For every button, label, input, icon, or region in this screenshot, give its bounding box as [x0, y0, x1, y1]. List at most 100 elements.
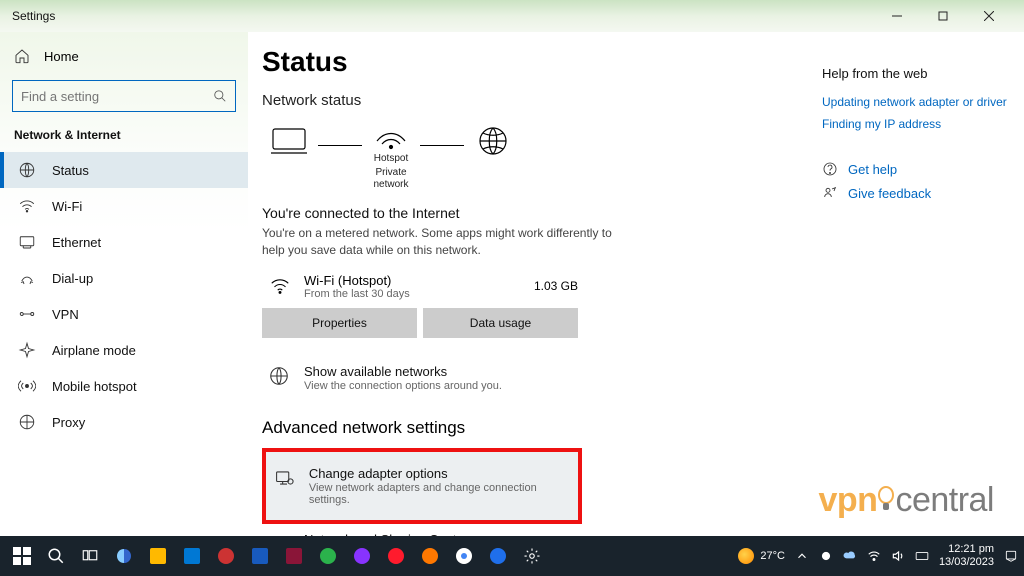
get-help-link[interactable]: Get help: [822, 161, 1014, 177]
taskbar-app[interactable]: [108, 540, 140, 572]
sidebar-item-proxy[interactable]: Proxy: [0, 404, 248, 440]
close-button[interactable]: [966, 0, 1012, 32]
search-taskbar-button[interactable]: [40, 540, 72, 572]
sun-icon: [738, 548, 754, 564]
show-available-networks[interactable]: Show available networks View the connect…: [262, 356, 790, 400]
sidebar-nav: Status Wi-Fi Ethernet Dial-up VPN Airpla…: [0, 152, 248, 440]
feedback-label: Give feedback: [848, 186, 931, 201]
give-feedback-link[interactable]: Give feedback: [822, 185, 1014, 201]
advanced-settings-header: Advanced network settings: [262, 418, 790, 438]
page-title: Status: [262, 46, 790, 78]
airplane-icon: [18, 341, 36, 359]
globe-icon: [268, 365, 290, 387]
task-view-button[interactable]: [74, 540, 106, 572]
sidebar-section-header: Network & Internet: [0, 122, 248, 152]
maximize-button[interactable]: [920, 0, 966, 32]
wifi-icon: [371, 119, 411, 151]
time: 12:21 pm: [939, 543, 994, 556]
sidebar-item-airplane[interactable]: Airplane mode: [0, 332, 248, 368]
taskbar-app[interactable]: [380, 540, 412, 572]
section-network-status: Network status: [262, 92, 790, 109]
wifi-tray-icon[interactable]: [867, 549, 881, 563]
language-tray-icon[interactable]: [915, 549, 929, 563]
status-icon: [18, 161, 36, 179]
connection-sub: From the last 30 days: [304, 288, 410, 300]
option-desc: View the connection options around you.: [304, 380, 502, 392]
system-tray[interactable]: 27°C 12:21 pm 13/03/2023: [738, 543, 1018, 568]
home-icon: [14, 48, 30, 64]
window-title: Settings: [12, 9, 55, 23]
network-sharing-center[interactable]: Network and Sharing Center For the netwo…: [262, 524, 790, 536]
sidebar-item-hotspot[interactable]: Mobile hotspot: [0, 368, 248, 404]
help-header: Help from the web: [822, 66, 1014, 81]
sidebar-item-label: Mobile hotspot: [52, 379, 137, 394]
taskbar-app[interactable]: [346, 540, 378, 572]
sidebar-item-dialup[interactable]: Dial-up: [0, 260, 248, 296]
get-help-label: Get help: [848, 162, 897, 177]
globe-icon: [473, 125, 513, 157]
dialup-icon: [18, 269, 36, 287]
change-adapter-options[interactable]: Change adapter options View network adap…: [268, 458, 572, 514]
title-bar: Settings: [0, 0, 1024, 32]
sidebar-item-wifi[interactable]: Wi-Fi: [0, 188, 248, 224]
taskbar-app[interactable]: [312, 540, 344, 572]
help-link-ip[interactable]: Finding my IP address: [822, 117, 1014, 131]
taskbar-app[interactable]: [142, 540, 174, 572]
watermark-right: central: [895, 481, 994, 519]
proxy-icon: [18, 413, 36, 431]
tray-icon[interactable]: [819, 549, 833, 563]
help-icon: [822, 161, 838, 177]
taskbar-app[interactable]: [482, 540, 514, 572]
settings-taskbar-button[interactable]: [516, 540, 548, 572]
connection-status-title: You're connected to the Internet: [262, 205, 790, 221]
wifi-icon: [268, 275, 292, 297]
option-title: Change adapter options: [309, 466, 566, 481]
sidebar-item-status[interactable]: Status: [0, 152, 248, 188]
taskbar-app[interactable]: [278, 540, 310, 572]
search-input[interactable]: [21, 89, 213, 104]
adapter-icon: [274, 467, 295, 489]
computer-icon: [269, 125, 309, 157]
connection-name: Wi-Fi (Hotspot): [304, 273, 410, 288]
watermark-left: vpn: [818, 481, 877, 519]
sidebar-item-label: Status: [52, 163, 89, 178]
minimize-button[interactable]: [874, 0, 920, 32]
sidebar-item-ethernet[interactable]: Ethernet: [0, 224, 248, 260]
home-button[interactable]: Home: [0, 36, 248, 76]
sidebar-item-label: Wi-Fi: [52, 199, 82, 214]
weather-widget[interactable]: 27°C: [738, 548, 785, 564]
volume-tray-icon[interactable]: [891, 549, 905, 563]
help-panel: Help from the web Updating network adapt…: [814, 32, 1024, 536]
sidebar-item-label: VPN: [52, 307, 79, 322]
search-input-wrapper[interactable]: [12, 80, 236, 112]
notifications-icon[interactable]: [1004, 549, 1018, 563]
onedrive-icon[interactable]: [843, 549, 857, 563]
date: 13/03/2023: [939, 556, 994, 569]
sidebar-item-vpn[interactable]: VPN: [0, 296, 248, 332]
start-button[interactable]: [6, 540, 38, 572]
taskbar-app[interactable]: [414, 540, 446, 572]
search-icon: [213, 89, 227, 103]
data-usage-button[interactable]: Data usage: [423, 308, 578, 338]
help-link-adapter[interactable]: Updating network adapter or driver: [822, 95, 1014, 109]
sidebar-item-label: Dial-up: [52, 271, 93, 286]
sidebar: Home Network & Internet Status Wi-Fi Eth…: [0, 32, 248, 536]
taskbar-app[interactable]: [244, 540, 276, 572]
feedback-icon: [822, 185, 838, 201]
connection-status-desc: You're on a metered network. Some apps m…: [262, 225, 622, 259]
taskbar-app[interactable]: [448, 540, 480, 572]
properties-button[interactable]: Properties: [262, 308, 417, 338]
chevron-up-icon[interactable]: [795, 549, 809, 563]
sidebar-item-label: Proxy: [52, 415, 85, 430]
taskbar-app[interactable]: [210, 540, 242, 572]
watermark: vpn central: [818, 481, 994, 520]
highlighted-option: Change adapter options View network adap…: [262, 448, 582, 524]
clock[interactable]: 12:21 pm 13/03/2023: [939, 543, 994, 568]
taskbar-app[interactable]: [176, 540, 208, 572]
connection-usage: 1.03 GB: [534, 279, 578, 293]
sidebar-item-label: Ethernet: [52, 235, 101, 250]
network-diagram: Hotspot Private network: [266, 119, 790, 191]
option-title: Show available networks: [304, 364, 502, 379]
diagram-network-type: Private network: [368, 167, 414, 191]
taskbar: 27°C 12:21 pm 13/03/2023: [0, 536, 1024, 576]
